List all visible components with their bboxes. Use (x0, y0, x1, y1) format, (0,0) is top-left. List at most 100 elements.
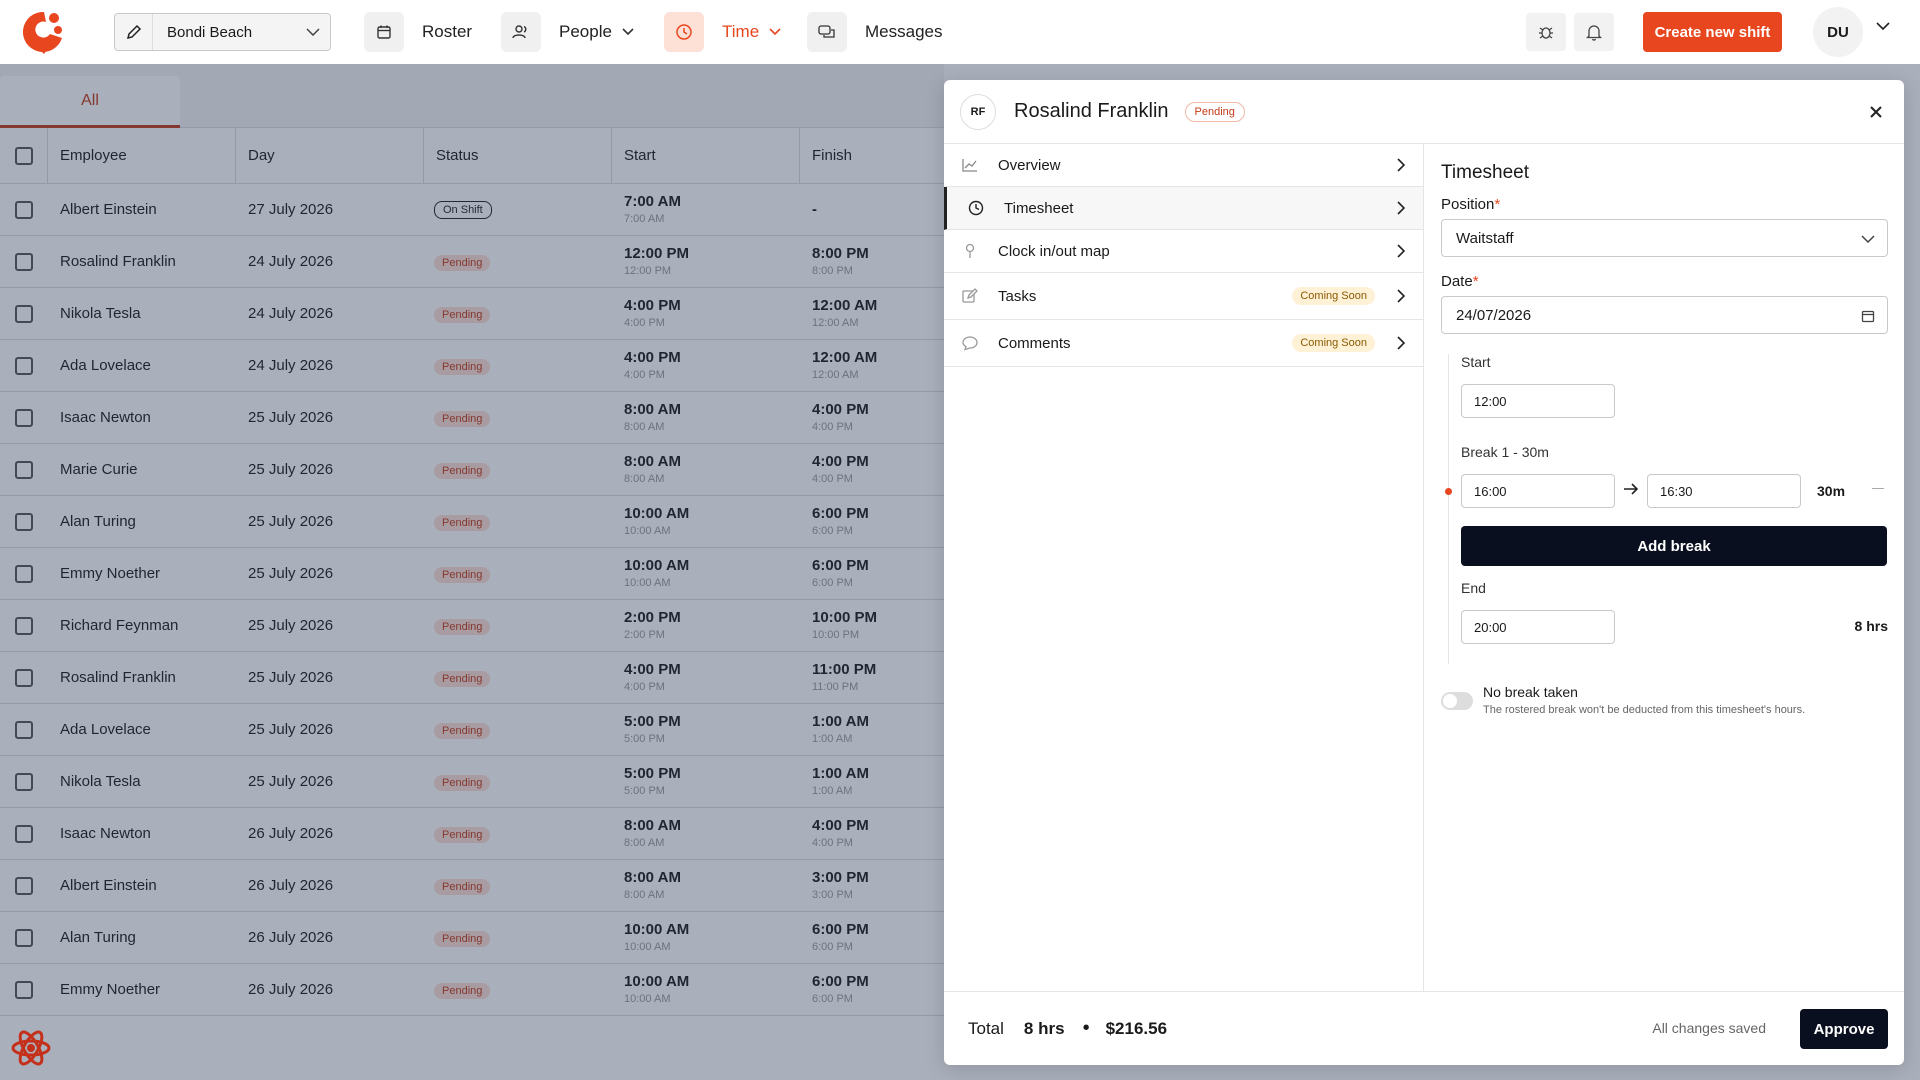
select-all-checkbox[interactable] (15, 146, 33, 165)
drawer-menu: Overview Timesheet Clock in/out map Task… (944, 144, 1424, 991)
employee-cell: Richard Feynman (60, 617, 179, 634)
pencil-icon[interactable] (115, 14, 153, 50)
table-row[interactable]: Rosalind Franklin 25 July 2026 Pending 4:00… (0, 652, 944, 704)
row-checkbox[interactable] (15, 200, 33, 219)
close-icon[interactable] (1864, 100, 1888, 124)
row-checkbox[interactable] (15, 408, 33, 427)
row-checkbox[interactable] (15, 772, 33, 791)
date-field[interactable]: 24/07/2026 (1441, 296, 1888, 334)
col-start[interactable]: Start (612, 128, 800, 183)
row-checkbox[interactable] (15, 876, 33, 895)
react-native-icon[interactable] (10, 1027, 52, 1069)
finish-time: 3:00 PM (812, 868, 869, 886)
finish-time: 10:00 PM (812, 608, 878, 626)
bug-icon[interactable] (1526, 13, 1566, 51)
col-employee[interactable]: Employee (48, 128, 236, 183)
row-checkbox[interactable] (15, 564, 33, 583)
chevron-down-icon[interactable] (1876, 22, 1890, 31)
table-row[interactable]: Ada Lovelace 24 July 2026 Pending 4:00 PM 4:… (0, 340, 944, 392)
calendar-icon[interactable] (1861, 309, 1875, 323)
row-checkbox[interactable] (15, 668, 33, 687)
nav-time[interactable]: Time (664, 12, 781, 52)
start-cell: 5:00 PM 5:00 PM (612, 765, 800, 799)
row-checkbox[interactable] (15, 356, 33, 375)
menu-comments[interactable]: Comments Coming Soon (944, 320, 1423, 367)
menu-tasks[interactable]: Tasks Coming Soon (944, 273, 1423, 320)
col-status[interactable]: Status (424, 128, 612, 183)
top-bar: Bondi Beach Roster People Time Messages (0, 0, 1920, 64)
table-row[interactable]: Richard Feynman 25 July 2026 Pending 2:00 P… (0, 600, 944, 652)
no-break-subtitle: The rostered break won't be deducted fro… (1483, 704, 1806, 716)
menu-clock-map[interactable]: Clock in/out map (944, 230, 1423, 273)
break-end-input[interactable]: 16:30 (1647, 474, 1801, 508)
day-cell: 26 July 2026 (248, 877, 334, 894)
finish-time: 12:00 AM (812, 296, 878, 314)
start-time-input[interactable]: 12:00 (1461, 384, 1615, 418)
start-cell: 5:00 PM 5:00 PM (612, 713, 800, 747)
nav-time-label: Time (722, 22, 760, 41)
col-day[interactable]: Day (236, 128, 424, 183)
menu-timesheet[interactable]: Timesheet (944, 187, 1423, 230)
add-break-button[interactable]: Add break (1461, 526, 1887, 566)
employee-cell: Marie Curie (60, 461, 138, 478)
table-row[interactable]: Rosalind Franklin 24 July 2026 Pending 12:0… (0, 236, 944, 288)
location-select[interactable]: Bondi Beach (114, 13, 331, 51)
table-row[interactable]: Ada Lovelace 25 July 2026 Pending 5:00 PM 5:… (0, 704, 944, 756)
table-row[interactable]: Isaac Newton 26 July 2026 Pending 8:00 AM 8:… (0, 808, 944, 860)
table-row[interactable]: Nikola Tesla 25 July 2026 Pending 5:00 PM 5:… (0, 756, 944, 808)
nav-roster[interactable]: Roster (364, 12, 472, 52)
table-row[interactable]: Emmy Noether 25 July 2026 Pending 10:00 AM 1… (0, 548, 944, 600)
menu-label: Clock in/out map (998, 242, 1110, 260)
nav-messages-label: Messages (865, 22, 943, 41)
tabs-bar: All (0, 64, 944, 128)
create-shift-button[interactable]: Create new shift (1643, 12, 1782, 52)
nav-people[interactable]: People (501, 12, 634, 52)
table-row[interactable]: Albert Einstein 26 July 2026 Pending 8:00 A… (0, 860, 944, 912)
table-row[interactable]: Alan Turing 25 July 2026 Pending 10:00 AM 10… (0, 496, 944, 548)
row-checkbox[interactable] (15, 980, 33, 999)
end-time-input[interactable]: 20:00 (1461, 610, 1615, 644)
row-checkbox[interactable] (15, 512, 33, 531)
user-avatar[interactable]: DU (1813, 7, 1863, 57)
status-cell: Pending (424, 305, 612, 323)
finish-time-sub: 11:00 PM (812, 680, 859, 693)
nav-people-label: People (559, 22, 612, 41)
row-checkbox[interactable] (15, 720, 33, 739)
table-row[interactable]: Marie Curie 25 July 2026 Pending 8:00 AM 8:0… (0, 444, 944, 496)
nav-messages[interactable]: Messages (807, 12, 942, 52)
status-badge: Pending (434, 670, 491, 687)
table-row[interactable]: Alan Turing 26 July 2026 Pending 10:00 AM 10… (0, 912, 944, 964)
table-row[interactable]: Isaac Newton 25 July 2026 Pending 8:00 AM 8:… (0, 392, 944, 444)
tab-all[interactable]: All (0, 76, 180, 128)
day-cell: 25 July 2026 (248, 513, 334, 530)
break-start-input[interactable]: 16:00 (1461, 474, 1615, 508)
position-label: Position* (1441, 196, 1501, 213)
day-cell: 26 July 2026 (248, 825, 334, 842)
status-cell: Pending (424, 357, 612, 375)
nav-roster-label: Roster (422, 22, 473, 41)
menu-overview[interactable]: Overview (944, 144, 1423, 187)
table-row[interactable]: Nikola Tesla 24 July 2026 Pending 4:00 PM 4:… (0, 288, 944, 340)
row-checkbox[interactable] (15, 304, 33, 323)
table-row[interactable]: Emmy Noether 26 July 2026 Pending 10:00 AM 1… (0, 964, 944, 1016)
position-select[interactable]: Waitstaff (1441, 219, 1888, 257)
row-checkbox[interactable] (15, 616, 33, 635)
app-logo[interactable] (22, 8, 66, 56)
row-checkbox[interactable] (15, 252, 33, 271)
day-cell: 25 July 2026 (248, 461, 334, 478)
bell-icon[interactable] (1574, 13, 1614, 51)
table-row[interactable]: Albert Einstein 27 July 2026 On Shift 7:00 … (0, 184, 944, 236)
row-checkbox[interactable] (15, 928, 33, 947)
approve-button[interactable]: Approve (1800, 1009, 1888, 1049)
row-checkbox[interactable] (15, 460, 33, 479)
comment-icon (960, 333, 980, 353)
row-checkbox-cell (0, 356, 48, 375)
day-cell: 25 July 2026 (248, 617, 334, 634)
row-checkbox[interactable] (15, 824, 33, 843)
remove-break-icon[interactable] (1872, 488, 1884, 489)
finish-cell: 4:00 PM 4:00 PM (800, 401, 944, 435)
no-break-toggle[interactable] (1441, 692, 1473, 710)
finish-cell: - (800, 201, 944, 219)
start-time: 8:00 AM (624, 868, 681, 886)
col-finish[interactable]: Finish (800, 128, 944, 183)
